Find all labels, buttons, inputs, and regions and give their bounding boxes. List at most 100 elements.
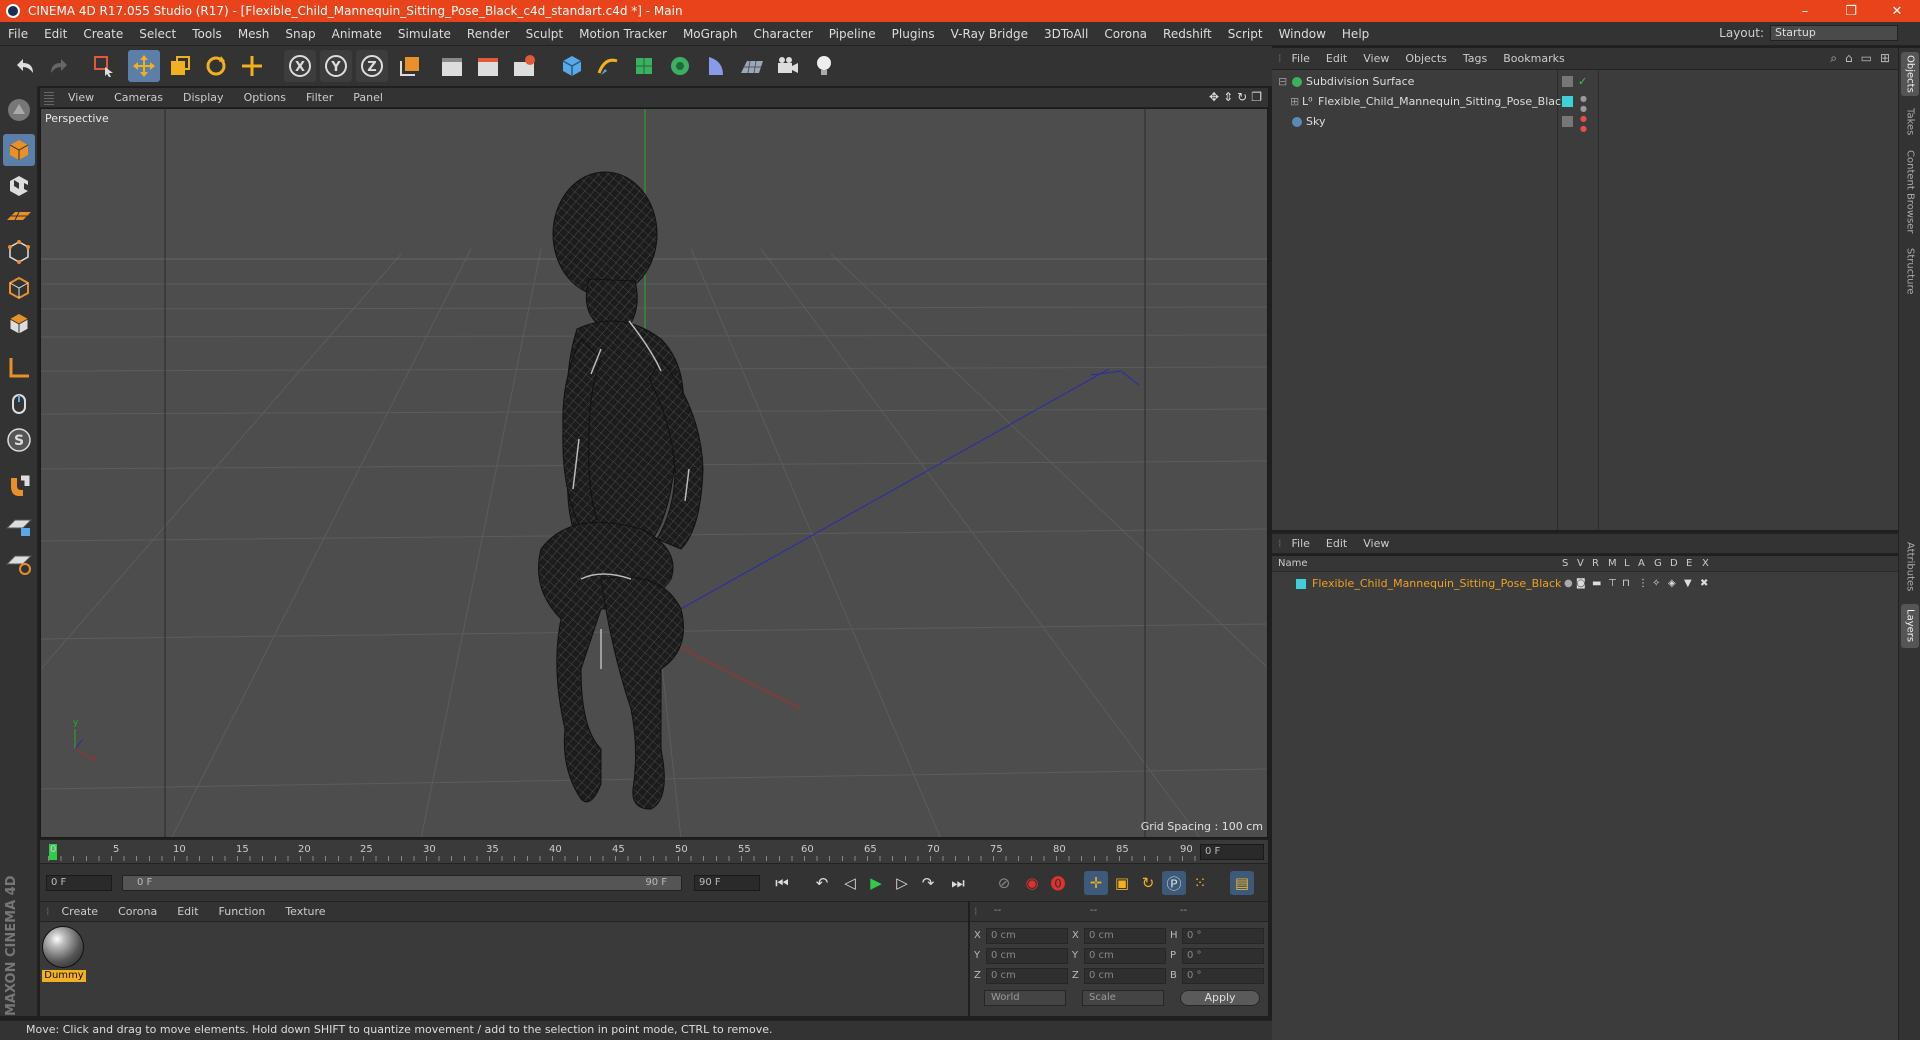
undo-button[interactable]	[8, 50, 40, 82]
material-menu-function[interactable]: Function	[209, 905, 276, 918]
render-view-button[interactable]	[436, 50, 468, 82]
editor-visibility-icon[interactable]	[1562, 76, 1573, 87]
cloner-button[interactable]	[664, 50, 696, 82]
transform-tool-button[interactable]	[236, 50, 268, 82]
layers-menu-edit[interactable]: Edit	[1318, 537, 1355, 550]
expand-icon[interactable]: ⊞	[1880, 51, 1890, 66]
maximize-view-icon[interactable]: ❐	[1251, 90, 1262, 104]
perspective-viewport[interactable]: y x Perspective Grid Spacing : 100 cm	[40, 108, 1268, 838]
apply-button[interactable]: Apply	[1180, 990, 1260, 1006]
deformer-button[interactable]	[700, 50, 732, 82]
floor-button[interactable]	[736, 50, 768, 82]
x-axis-button[interactable]: X	[284, 50, 316, 82]
viewport-menu-panel[interactable]: Panel	[343, 91, 393, 104]
rot-p-field[interactable]: 0 °	[1182, 948, 1264, 964]
object-row-subdivision-surface[interactable]: ⊟ Subdivision Surface ✓	[1272, 72, 1898, 92]
column-manager[interactable]: M	[1608, 558, 1617, 569]
column-render[interactable]: R	[1592, 558, 1599, 569]
material-menu-corona[interactable]: Corona	[108, 905, 167, 918]
menu-pipeline[interactable]: Pipeline	[821, 27, 884, 41]
tweak-mode-button[interactable]	[3, 388, 35, 420]
layer-lock-icon[interactable]: ⊓	[1622, 574, 1630, 594]
restore-button[interactable]: ❐	[1828, 4, 1874, 19]
layer-solo-icon[interactable]: ●	[1564, 574, 1573, 594]
cube-primitive-button[interactable]	[556, 50, 588, 82]
menu-file[interactable]: File	[0, 27, 36, 41]
menu-create[interactable]: Create	[75, 27, 131, 41]
layers-menu-view[interactable]: View	[1355, 537, 1397, 550]
size-y-field[interactable]: 0 cm	[1084, 948, 1166, 964]
viewport-menu-cameras[interactable]: Cameras	[104, 91, 173, 104]
previous-frame-button[interactable]: ◁	[838, 871, 862, 895]
scale-key-button[interactable]: ▣	[1110, 871, 1134, 895]
minimize-button[interactable]: –	[1782, 4, 1828, 19]
record-keys-button[interactable]: ⊘	[992, 871, 1016, 895]
column-solo[interactable]: S	[1562, 558, 1568, 569]
tab-objects[interactable]: Objects	[1901, 52, 1919, 96]
layer-color-icon[interactable]	[1562, 96, 1573, 107]
snap-button[interactable]	[3, 470, 35, 502]
viewport-menu-options[interactable]: Options	[234, 91, 296, 104]
menu-tools[interactable]: Tools	[184, 27, 230, 41]
column-view[interactable]: V	[1577, 558, 1584, 569]
frame-range-slider[interactable]: 0 F 90 F	[122, 875, 682, 891]
grid-lock-button[interactable]	[3, 510, 35, 542]
layer-deformer-icon[interactable]: ◈	[1668, 574, 1676, 594]
material-dummy[interactable]: Dummy	[42, 926, 86, 984]
size-z-field[interactable]: 0 cm	[1084, 968, 1166, 984]
tab-takes[interactable]: Takes	[1901, 104, 1919, 140]
subdivision-surface-button[interactable]	[628, 50, 660, 82]
scale-tool-button[interactable]	[164, 50, 196, 82]
dolly-icon[interactable]: ⇕	[1223, 90, 1233, 104]
expand-icon[interactable]: ⊞	[1290, 92, 1299, 112]
layer-view-eye-icon[interactable]: ◙	[1576, 574, 1586, 594]
menu-simulate[interactable]: Simulate	[390, 27, 459, 41]
objects-menu-file[interactable]: File	[1284, 52, 1318, 65]
visibility-dots-icon[interactable]: ● ●	[1580, 114, 1587, 134]
end-frame-field[interactable]: 90 F	[694, 875, 760, 891]
menu-select[interactable]: Select	[131, 27, 184, 41]
layer-color-swatch[interactable]	[1296, 579, 1306, 589]
search-icon[interactable]: ⌕	[1830, 51, 1837, 66]
tab-layers[interactable]: Layers	[1901, 604, 1919, 648]
menu-character[interactable]: Character	[745, 27, 820, 41]
column-xref[interactable]: X	[1702, 558, 1709, 569]
tab-attributes[interactable]: Attributes	[1901, 536, 1919, 598]
tab-content-browser[interactable]: Content Browser	[1901, 146, 1919, 238]
layer-animation-icon[interactable]: ⋮	[1638, 574, 1648, 594]
coordinate-system-button[interactable]	[394, 50, 426, 82]
enabled-check-icon[interactable]: ✓	[1578, 72, 1587, 92]
camera-button[interactable]	[772, 50, 804, 82]
column-expressions[interactable]: E	[1686, 558, 1692, 569]
rot-b-field[interactable]: 0 °	[1182, 968, 1264, 984]
pan-icon[interactable]: ✥	[1209, 90, 1219, 104]
layer-render-icon[interactable]: ▬	[1592, 574, 1601, 594]
layer-expression-icon[interactable]: ▼	[1684, 574, 1692, 594]
menu-render[interactable]: Render	[459, 27, 518, 41]
column-deformers[interactable]: D	[1670, 558, 1678, 569]
rot-h-field[interactable]: 0 °	[1182, 928, 1264, 944]
editor-visibility-icon[interactable]	[1562, 116, 1573, 127]
timeline-ruler[interactable]: 0 5 10 15 20 25 30 35 40 45 50 55 60 65 …	[40, 840, 1268, 864]
tab-structure[interactable]: Structure	[1901, 244, 1919, 298]
menu-snap[interactable]: Snap	[277, 27, 323, 41]
point-level-key-button[interactable]: ⁙	[1188, 871, 1212, 895]
render-settings-button[interactable]	[508, 50, 540, 82]
move-tool-button[interactable]	[128, 50, 160, 82]
workplane-button[interactable]	[3, 200, 35, 232]
points-mode-button[interactable]	[3, 236, 35, 268]
objects-menu-tags[interactable]: Tags	[1455, 52, 1495, 65]
pos-z-field[interactable]: 0 cm	[986, 968, 1068, 984]
objects-menu-bookmarks[interactable]: Bookmarks	[1495, 52, 1572, 65]
position-key-button[interactable]: ✛	[1084, 871, 1108, 895]
viewport-menu-view[interactable]: View	[58, 91, 104, 104]
model-mode-button[interactable]	[3, 134, 35, 166]
parameter-key-button[interactable]: Ⓟ	[1162, 871, 1186, 895]
objects-menu-objects[interactable]: Objects	[1397, 52, 1455, 65]
menu-script[interactable]: Script	[1220, 27, 1271, 41]
collapse-icon[interactable]: ⊟	[1278, 72, 1287, 92]
polygons-mode-button[interactable]	[3, 308, 35, 340]
column-generators[interactable]: G	[1654, 558, 1662, 569]
objects-menu-view[interactable]: View	[1355, 52, 1397, 65]
layer-manager-icon[interactable]: ⊤	[1608, 574, 1617, 594]
